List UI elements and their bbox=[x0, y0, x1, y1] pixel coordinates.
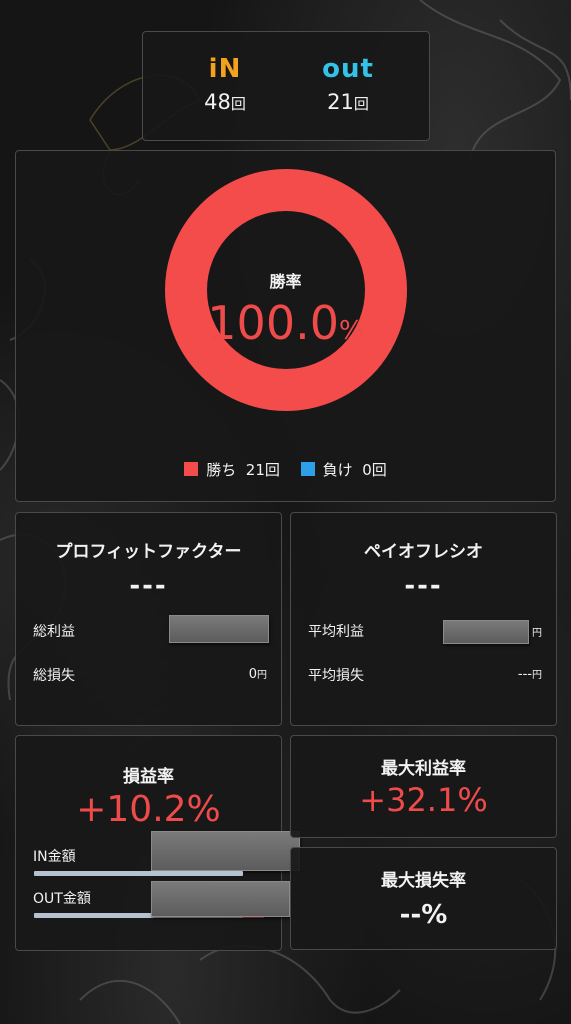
total-profit-redacted bbox=[169, 615, 269, 643]
payoff-ratio-card: ペイオフレシオ --- 平均利益 円 平均損失 ---円 bbox=[290, 512, 557, 726]
out-summary: out 21回 bbox=[298, 54, 398, 114]
in-amount-redacted bbox=[151, 831, 300, 871]
pnl-ratio-card: 損益率 +10.2% IN金額 OUT金額 bbox=[15, 735, 300, 951]
in-summary: iN 48回 bbox=[175, 54, 275, 114]
max-loss-title: 最大損失率 bbox=[381, 871, 466, 891]
out-amount-redacted bbox=[151, 881, 290, 917]
out-amount-label: OUT金額 bbox=[33, 891, 91, 907]
in-amount-bar bbox=[34, 871, 243, 876]
max-profit-value: +32.1% bbox=[359, 781, 488, 819]
in-out-summary-card: iN 48回 out 21回 bbox=[142, 31, 430, 141]
legend-win: 勝ち 21回 bbox=[184, 459, 280, 480]
win-rate-card: 勝率 100.0% 勝ち 21回 負け 0回 bbox=[15, 150, 556, 502]
max-loss-value: --% bbox=[399, 900, 448, 930]
max-loss-card: 最大損失率 --% bbox=[290, 847, 557, 950]
profit-factor-value: --- bbox=[129, 571, 168, 601]
average-profit-yen: 円 bbox=[532, 628, 542, 639]
pnl-ratio-value: +10.2% bbox=[76, 789, 221, 830]
in-label: iN bbox=[208, 54, 242, 84]
max-profit-title: 最大利益率 bbox=[381, 759, 466, 779]
payoff-ratio-value: --- bbox=[404, 571, 443, 601]
win-rate-value: 100.0% bbox=[207, 296, 364, 350]
total-loss-label: 総損失 bbox=[33, 668, 75, 684]
pnl-ratio-title: 損益率 bbox=[123, 767, 174, 787]
max-profit-card: 最大利益率 +32.1% bbox=[290, 735, 557, 838]
profit-factor-title: プロフィットファクター bbox=[55, 542, 242, 562]
in-amount-label: IN金額 bbox=[33, 849, 76, 865]
legend-loss: 負け 0回 bbox=[300, 459, 387, 480]
total-loss-value: 0円 bbox=[248, 667, 267, 682]
average-loss-value: ---円 bbox=[517, 667, 542, 682]
win-rate-label: 勝率 bbox=[269, 272, 302, 291]
legend-loss-swatch bbox=[300, 462, 315, 476]
chart-legend: 勝ち 21回 負け 0回 bbox=[16, 459, 555, 480]
out-label: out bbox=[322, 54, 374, 84]
out-count: 21回 bbox=[327, 90, 369, 114]
profit-factor-card: プロフィットファクター --- 総利益 総損失 0円 bbox=[15, 512, 282, 726]
payoff-ratio-title: ペイオフレシオ bbox=[364, 542, 483, 562]
legend-win-swatch bbox=[184, 462, 199, 476]
average-profit-label: 平均利益 bbox=[308, 624, 364, 640]
average-loss-label: 平均損失 bbox=[308, 668, 364, 684]
total-profit-label: 総利益 bbox=[33, 624, 75, 640]
in-count: 48回 bbox=[204, 90, 246, 114]
average-profit-redacted bbox=[443, 620, 529, 644]
